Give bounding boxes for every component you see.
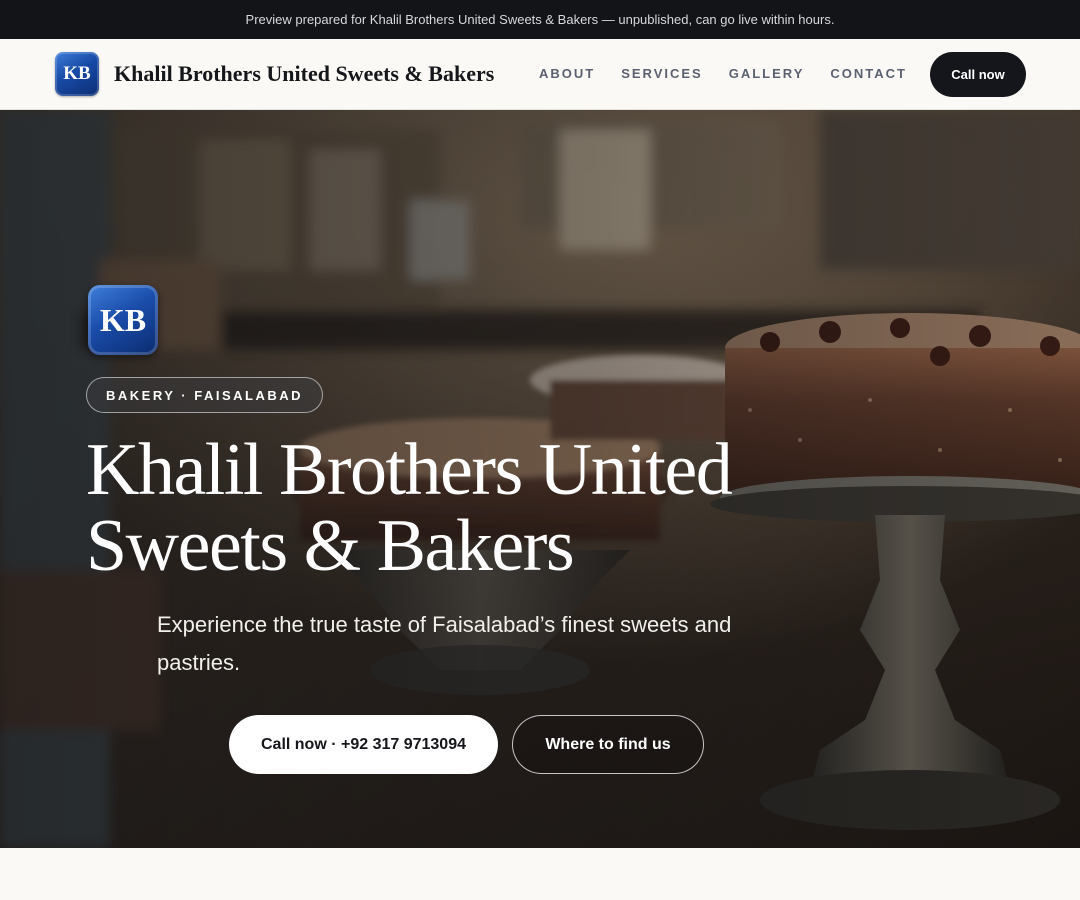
find-us-button[interactable]: Where to find us (512, 715, 704, 774)
hero-subtitle: Experience the true taste of Faisalabad’… (157, 612, 732, 675)
logo-initials: KB (63, 63, 91, 84)
hero-title-line-2: Sweets & Bakers (86, 505, 575, 587)
hero-title-line-1: Khalil Brothers United (86, 429, 733, 511)
nav-link-gallery[interactable]: GALLERY (729, 66, 805, 81)
category-pill: BAKERY · FAISALABAD (86, 377, 324, 413)
main-nav: ABOUT SERVICES GALLERY CONTACT (539, 66, 907, 81)
announcement-text: Preview prepared for Khalil Brothers Uni… (245, 12, 835, 27)
hero-logo-icon: KB (88, 285, 158, 355)
hero-title: Khalil Brothers United Sweets & Bakers (86, 432, 806, 584)
logo-icon[interactable]: KB (55, 52, 99, 96)
call-now-button[interactable]: Call now (930, 52, 1026, 97)
nav-link-about[interactable]: ABOUT (539, 66, 595, 81)
call-phone-button[interactable]: Call now · +92 317 9713094 (229, 715, 498, 774)
hero-section: KB BAKERY · FAISALABAD Khalil Brothers U… (0, 110, 1080, 848)
brand-name[interactable]: Khalil Brothers United Sweets & Bakers (114, 61, 494, 87)
hero-badge-initials: KB (99, 301, 147, 338)
announcement-bar: Preview prepared for Khalil Brothers Uni… (0, 0, 1080, 39)
site-header: KB Khalil Brothers United Sweets & Baker… (0, 39, 1080, 110)
nav-link-contact[interactable]: CONTACT (830, 66, 907, 81)
nav-link-services[interactable]: SERVICES (621, 66, 703, 81)
